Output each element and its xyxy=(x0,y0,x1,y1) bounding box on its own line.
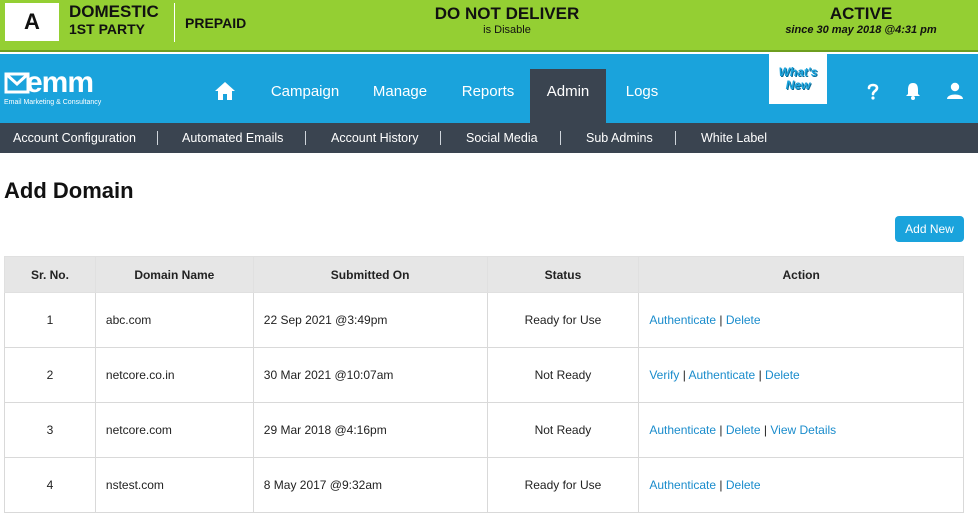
action-separator: | xyxy=(758,368,762,382)
active-since: since 30 may 2018 @4:31 pm xyxy=(785,24,937,36)
status-badge: Not Ready xyxy=(486,402,640,458)
submenu-automated-emails[interactable]: Automated Emails xyxy=(182,123,283,153)
cell-domain: netcore.com xyxy=(94,402,254,458)
action-separator: | xyxy=(763,423,768,437)
account-status-bar: A DOMESTIC 1ST PARTY PREPAID DO NOT DELI… xyxy=(0,0,978,52)
action-separator: | xyxy=(719,313,723,327)
authenticate-link[interactable]: Authenticate xyxy=(689,368,756,382)
cell-sr-no: 2 xyxy=(4,347,96,403)
table-row: 4 nstest.com 8 May 2017 @9:32am Ready fo… xyxy=(4,457,964,513)
bell-icon[interactable] xyxy=(904,82,922,100)
submenu-account-history[interactable]: Account History xyxy=(331,123,419,153)
header-sr-no: Sr. No. xyxy=(4,256,96,293)
header-action: Action xyxy=(638,256,964,293)
action-separator: | xyxy=(682,368,686,382)
delete-link[interactable]: Delete xyxy=(765,368,800,382)
submenu-divider xyxy=(305,131,306,145)
nav-campaign[interactable]: Campaign xyxy=(262,69,348,123)
main-navbar: emm Email Marketing & Consultancy Campai… xyxy=(0,54,978,123)
cell-submitted: 30 Mar 2021 @10:07am xyxy=(252,347,488,403)
cell-actions: Authenticate | Delete xyxy=(638,292,964,348)
submenu-divider xyxy=(675,131,676,145)
submenu-divider xyxy=(440,131,441,145)
authenticate-link[interactable]: Authenticate xyxy=(649,478,716,492)
whats-new-button[interactable]: What's New xyxy=(769,54,827,104)
submenu-divider xyxy=(157,131,158,145)
header-status: Status xyxy=(486,256,640,293)
action-separator: | xyxy=(719,423,723,437)
table-header-row: Sr. No. Domain Name Submitted On Status … xyxy=(4,256,964,293)
active-status: ACTIVE since 30 may 2018 @4:31 pm xyxy=(760,5,962,37)
header-submitted-on: Submitted On xyxy=(252,256,488,293)
table-row: 2 netcore.co.in 30 Mar 2021 @10:07am Not… xyxy=(4,347,964,403)
brand-logo[interactable]: emm Email Marketing & Consultancy xyxy=(4,68,101,107)
domestic-text: DOMESTIC xyxy=(69,2,159,21)
submenu-white-label[interactable]: White Label xyxy=(701,123,767,153)
account-letter-badge: A xyxy=(5,3,59,41)
logo-tagline: Email Marketing & Consultancy xyxy=(4,99,102,106)
status-badge: Ready for Use xyxy=(486,292,640,348)
verify-link[interactable]: Verify xyxy=(649,368,679,382)
view-details-link[interactable]: View Details xyxy=(770,423,836,437)
domestic-label: DOMESTIC 1ST PARTY xyxy=(69,3,159,38)
active-title: ACTIVE xyxy=(829,4,893,23)
user-icon[interactable] xyxy=(946,82,964,100)
nav-manage[interactable]: Manage xyxy=(362,69,438,123)
cell-submitted: 22 Sep 2021 @3:49pm xyxy=(252,292,488,348)
submenu-sub-admins[interactable]: Sub Admins xyxy=(586,123,653,153)
page-title: Add Domain xyxy=(4,178,134,203)
header-domain-name: Domain Name xyxy=(94,256,254,293)
table-row: 3 netcore.com 29 Mar 2018 @4:16pm Not Re… xyxy=(4,402,964,458)
cell-domain: abc.com xyxy=(94,292,254,348)
cell-sr-no: 3 xyxy=(4,402,96,458)
delivery-status: DO NOT DELIVER is Disable xyxy=(407,5,607,37)
cell-submitted: 8 May 2017 @9:32am xyxy=(252,457,488,513)
submenu-account-configuration[interactable]: Account Configuration xyxy=(13,123,136,153)
cell-actions: Authenticate | Delete | View Details xyxy=(638,402,964,458)
cell-sr-no: 1 xyxy=(4,292,96,348)
domain-table: Sr. No. Domain Name Submitted On Status … xyxy=(4,256,964,513)
delete-link[interactable]: Delete xyxy=(726,313,761,327)
nav-reports[interactable]: Reports xyxy=(452,69,524,123)
status-badge: Not Ready xyxy=(486,347,640,403)
submenu-divider xyxy=(560,131,561,145)
authenticate-link[interactable]: Authenticate xyxy=(649,313,716,327)
plan-label: PREPAID xyxy=(185,15,247,31)
whats-new-line2: New xyxy=(785,78,811,92)
action-separator: | xyxy=(719,478,723,492)
envelope-logo-icon xyxy=(4,72,30,94)
cell-sr-no: 4 xyxy=(4,457,96,513)
add-new-button[interactable]: Add New xyxy=(895,216,964,242)
cell-domain: nstest.com xyxy=(94,457,254,513)
delete-link[interactable]: Delete xyxy=(726,423,761,437)
authenticate-link[interactable]: Authenticate xyxy=(649,423,716,437)
submenu-social-media[interactable]: Social Media xyxy=(466,123,538,153)
party-text: 1ST PARTY xyxy=(69,21,145,37)
delivery-title: DO NOT DELIVER xyxy=(434,4,580,23)
admin-submenu: Account Configuration Automated Emails A… xyxy=(0,123,978,153)
delete-link[interactable]: Delete xyxy=(726,478,761,492)
delivery-subtitle: is Disable xyxy=(483,24,531,36)
help-icon[interactable] xyxy=(864,82,882,100)
cell-submitted: 29 Mar 2018 @4:16pm xyxy=(252,402,488,458)
cell-actions: Verify | Authenticate | Delete xyxy=(638,347,964,403)
home-icon[interactable] xyxy=(214,81,236,101)
nav-admin[interactable]: Admin xyxy=(530,69,606,123)
table-row: 1 abc.com 22 Sep 2021 @3:49pm Ready for … xyxy=(4,292,964,348)
nav-logs[interactable]: Logs xyxy=(614,69,670,123)
status-badge: Ready for Use xyxy=(486,457,640,513)
cell-domain: netcore.co.in xyxy=(94,347,254,403)
cell-actions: Authenticate | Delete xyxy=(638,457,964,513)
status-divider xyxy=(174,3,175,42)
